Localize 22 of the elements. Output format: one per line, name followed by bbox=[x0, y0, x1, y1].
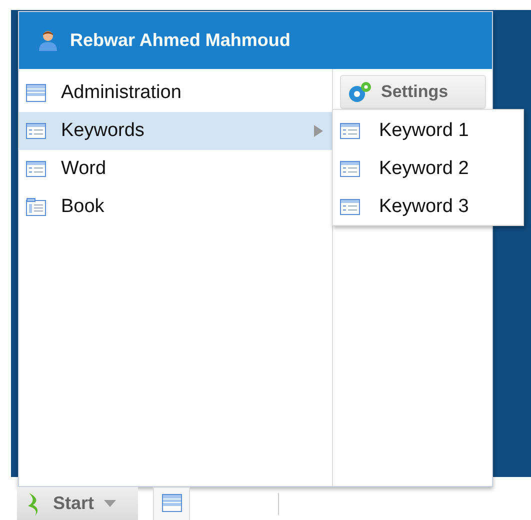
start-button[interactable]: Start bbox=[17, 487, 138, 520]
book-icon bbox=[25, 197, 47, 217]
table-icon bbox=[160, 493, 182, 515]
menu-item[interactable]: Book bbox=[19, 188, 332, 226]
form-icon bbox=[25, 159, 47, 179]
submenu-item[interactable]: Keyword 1 bbox=[333, 112, 523, 150]
user-icon bbox=[36, 28, 60, 52]
form-icon bbox=[339, 197, 361, 217]
menu-item[interactable]: Word bbox=[19, 150, 332, 188]
settings-button[interactable]: Settings bbox=[340, 75, 486, 109]
submenu-item[interactable]: Keyword 3 bbox=[333, 188, 523, 226]
caret-icon bbox=[104, 500, 116, 507]
taskbar-button[interactable] bbox=[153, 487, 190, 520]
menu-item[interactable]: Keywords bbox=[19, 112, 332, 150]
form-icon bbox=[339, 159, 361, 179]
gears-icon bbox=[347, 80, 373, 104]
menu-item[interactable]: Administration bbox=[19, 74, 332, 112]
submenu-item[interactable]: Keyword 2 bbox=[333, 150, 523, 188]
user-name: Rebwar Ahmed Mahmoud bbox=[70, 29, 290, 52]
form-icon bbox=[339, 121, 361, 141]
form-icon bbox=[25, 121, 47, 141]
table-icon bbox=[25, 83, 47, 103]
